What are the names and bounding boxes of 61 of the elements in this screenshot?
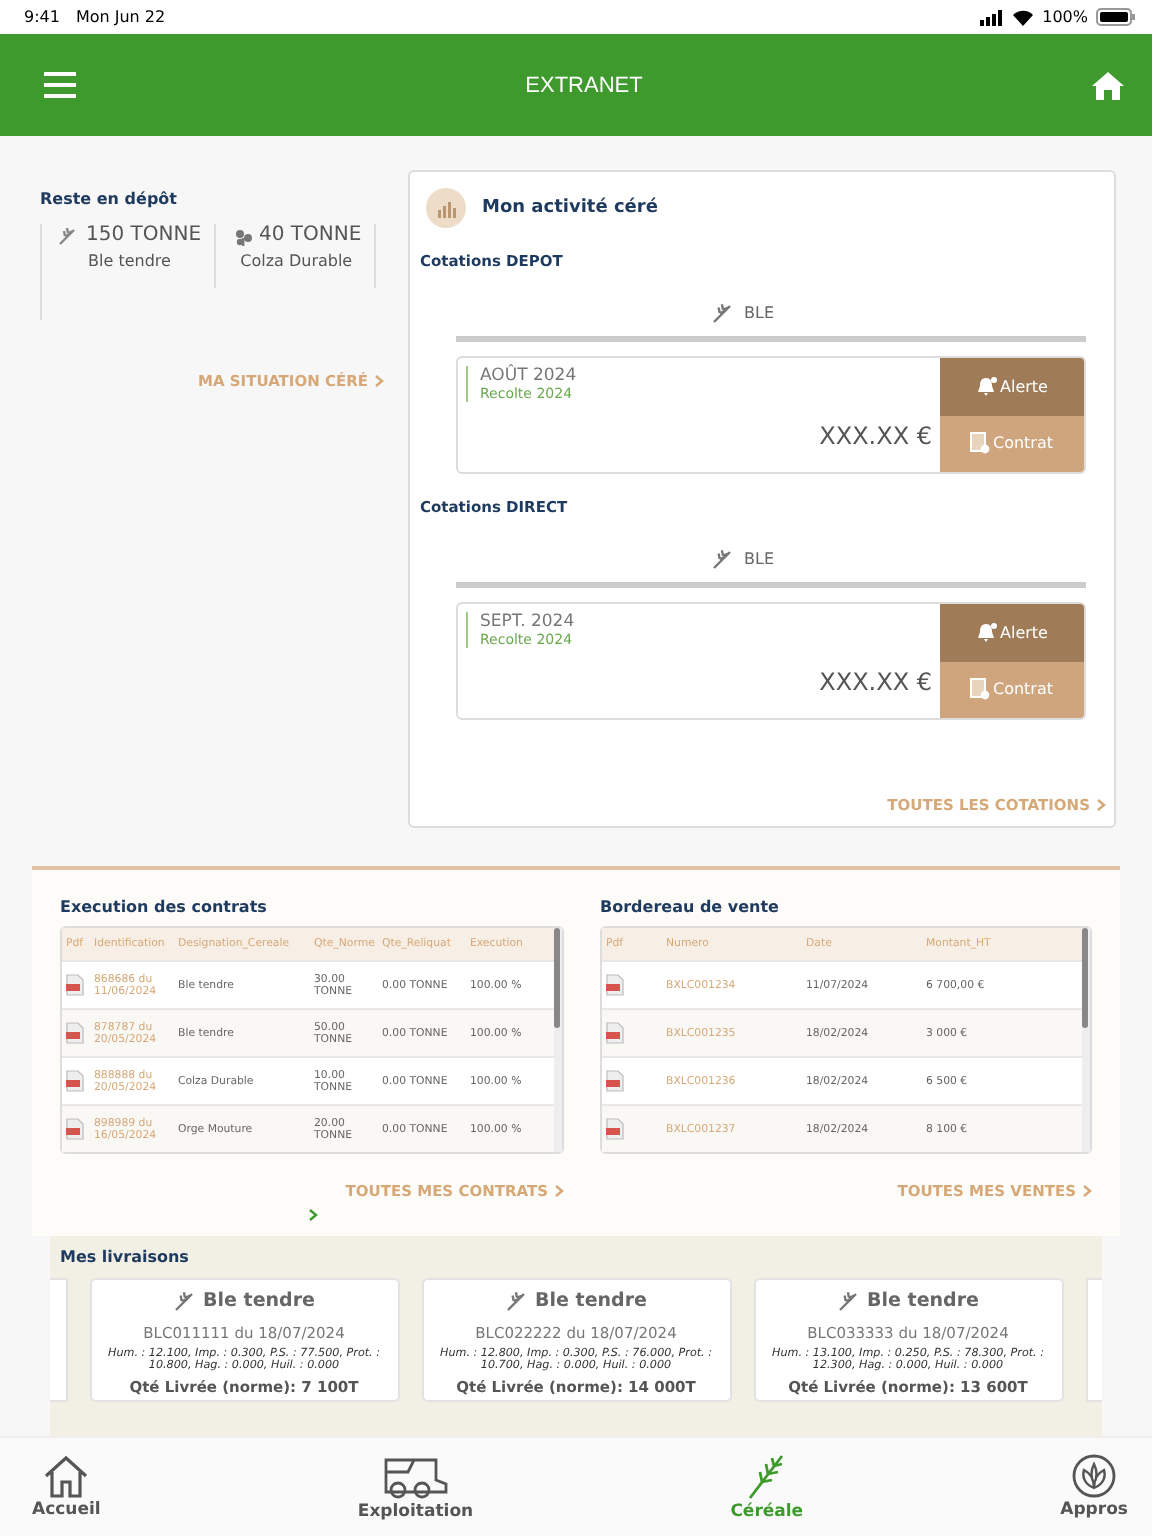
status-time: 9:41 bbox=[24, 8, 60, 26]
section-title: Mes livraisons bbox=[60, 1248, 191, 1266]
tab[interactable]: Appros bbox=[1060, 1454, 1128, 1520]
tab[interactable]: Exploitation bbox=[357, 1452, 474, 1522]
crop-name: BLE bbox=[744, 304, 774, 322]
crop-name: Ble tendre bbox=[88, 252, 171, 270]
tab[interactable]: Céréale bbox=[730, 1452, 804, 1522]
battery-icon bbox=[1096, 8, 1136, 26]
home-icon[interactable] bbox=[1092, 71, 1124, 99]
crop-name: Ble tendre bbox=[535, 1290, 647, 1312]
crop-name: Ble tendre bbox=[203, 1290, 315, 1312]
pdf-file-icon bbox=[66, 974, 84, 996]
document-icon bbox=[970, 432, 991, 455]
sprout-icon bbox=[1072, 1454, 1117, 1498]
bell-icon bbox=[976, 622, 999, 643]
card-title: Mon activité céré bbox=[482, 198, 658, 218]
battery-percent: 100% bbox=[1042, 8, 1088, 26]
document-icon bbox=[970, 678, 991, 701]
quote-month: AOÛT 2024 bbox=[466, 366, 932, 386]
quote-price: XXX.XX € bbox=[819, 668, 932, 696]
wheat-icon bbox=[58, 225, 78, 245]
status-date: Mon Jun 22 bbox=[75, 8, 166, 26]
pdf-file-icon bbox=[606, 974, 624, 996]
section-title: Bordereau de vente bbox=[600, 898, 781, 916]
wheat-icon bbox=[505, 1290, 528, 1312]
signal-icon bbox=[980, 9, 1005, 25]
wheat-icon bbox=[712, 302, 734, 324]
wheat-icon bbox=[837, 1290, 860, 1312]
alert-button[interactable]: Alerte bbox=[940, 604, 1084, 661]
flower-sprig-icon bbox=[231, 225, 252, 245]
stock-amount: 150 TONNE bbox=[86, 224, 202, 246]
crop-name: Ble tendre bbox=[867, 1290, 979, 1312]
wheat-icon bbox=[712, 548, 734, 570]
pdf-file-icon bbox=[606, 1070, 624, 1092]
house-icon bbox=[42, 1454, 91, 1498]
section-title: Execution des contrats bbox=[60, 898, 269, 916]
page-title: EXTRANET bbox=[525, 73, 643, 97]
chevron-icon bbox=[307, 1208, 317, 1222]
wifi-icon bbox=[1012, 9, 1035, 25]
delivery-card bbox=[1085, 1278, 1102, 1402]
crop-name: BLE bbox=[744, 550, 774, 568]
quote-month: SEPT. 2024 bbox=[466, 612, 932, 632]
chevron-icon bbox=[1082, 1184, 1092, 1198]
stock-amount: 40 TONNE bbox=[259, 224, 362, 246]
section-title: Reste en dépôt bbox=[40, 190, 179, 208]
contract-button[interactable]: Contrat bbox=[940, 661, 1084, 718]
chevron-icon bbox=[374, 374, 384, 388]
bell-icon bbox=[976, 376, 999, 397]
chart-icon bbox=[426, 188, 466, 228]
chevron-icon bbox=[554, 1184, 564, 1198]
pdf-file-icon bbox=[66, 1070, 84, 1092]
quote-price: XXX.XX € bbox=[819, 422, 932, 450]
wheat-icon bbox=[173, 1290, 196, 1312]
delivery-card bbox=[50, 1278, 67, 1402]
wheat-icon bbox=[746, 1452, 787, 1500]
tab[interactable]: Accueil bbox=[32, 1454, 101, 1520]
alert-button[interactable]: Alerte bbox=[940, 358, 1084, 415]
menu-icon[interactable] bbox=[44, 72, 76, 98]
contract-button[interactable]: Contrat bbox=[940, 415, 1084, 472]
chevron-icon bbox=[1096, 798, 1106, 812]
crop-name: Colza Durable bbox=[240, 252, 353, 270]
